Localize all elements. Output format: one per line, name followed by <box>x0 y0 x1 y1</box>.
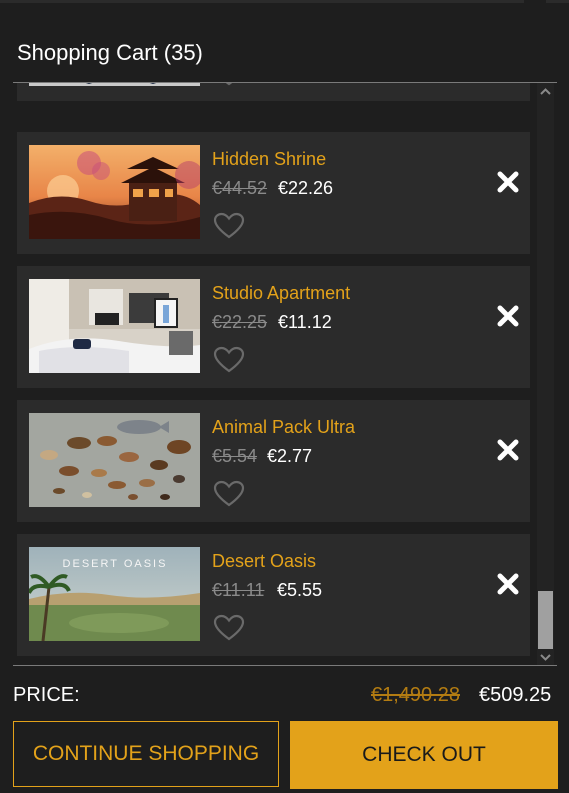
price-label: PRICE: <box>13 684 80 706</box>
cart-scrollbar[interactable] <box>537 83 554 665</box>
item-name[interactable]: Animal Pack Ultra <box>212 417 355 438</box>
checkout-button[interactable]: CHECK OUT <box>290 721 558 789</box>
close-icon[interactable] <box>496 438 520 462</box>
cart-list: Hidden Shrine €44.52 €22.26 Studio Apart… <box>0 83 569 665</box>
scrollbar-thumb[interactable] <box>538 591 553 649</box>
close-icon[interactable] <box>496 572 520 596</box>
continue-shopping-button[interactable]: CONTINUE SHOPPING <box>13 721 279 787</box>
heart-icon[interactable] <box>213 614 245 642</box>
item-new-price: €5.55 <box>277 580 323 600</box>
item-name[interactable]: Studio Apartment <box>212 283 350 304</box>
total-new-price: €509.25 <box>479 684 552 706</box>
heart-icon[interactable] <box>213 83 245 87</box>
item-thumbnail[interactable] <box>29 413 200 507</box>
item-thumbnail[interactable]: DESERT OASIS <box>29 547 200 641</box>
close-icon[interactable] <box>496 170 520 194</box>
total-old-price: €1,490.28 <box>371 684 460 706</box>
cart-item: Hidden Shrine €44.52 €22.26 <box>17 132 530 254</box>
chevron-up-icon[interactable] <box>537 85 554 99</box>
heart-icon[interactable] <box>213 212 245 240</box>
heart-icon[interactable] <box>213 346 245 374</box>
item-name[interactable]: Desert Oasis <box>212 551 316 572</box>
cart-item: DESERT OASIS Desert Oasis €11.11 €5.55 <box>17 534 530 656</box>
item-thumbnail[interactable] <box>29 145 200 239</box>
item-old-price: €11.11 <box>212 580 265 600</box>
item-name[interactable]: Hidden Shrine <box>212 149 326 170</box>
footer-divider <box>13 665 557 666</box>
item-new-price: €11.12 <box>278 312 332 332</box>
thumbnail-logo-text: DESERT OASIS <box>63 558 168 570</box>
top-strip <box>0 0 569 3</box>
item-old-price: €44.52 <box>212 178 268 198</box>
cart-title: Shopping Cart (35) <box>17 40 203 65</box>
item-old-price: €22.25 <box>212 312 268 332</box>
item-old-price: €5.54 <box>212 446 258 466</box>
cart-item: Animal Pack Ultra €5.54 €2.77 <box>17 400 530 522</box>
item-new-price: €22.26 <box>278 178 334 198</box>
cart-item <box>17 83 530 101</box>
item-thumbnail[interactable] <box>29 83 200 86</box>
cart-item: Studio Apartment €22.25 €11.12 <box>17 266 530 388</box>
close-icon[interactable] <box>496 304 520 328</box>
top-strip-gap <box>524 0 546 3</box>
heart-icon[interactable] <box>213 480 245 508</box>
item-thumbnail[interactable] <box>29 279 200 373</box>
chevron-down-icon[interactable] <box>537 651 554 665</box>
item-new-price: €2.77 <box>267 446 313 466</box>
